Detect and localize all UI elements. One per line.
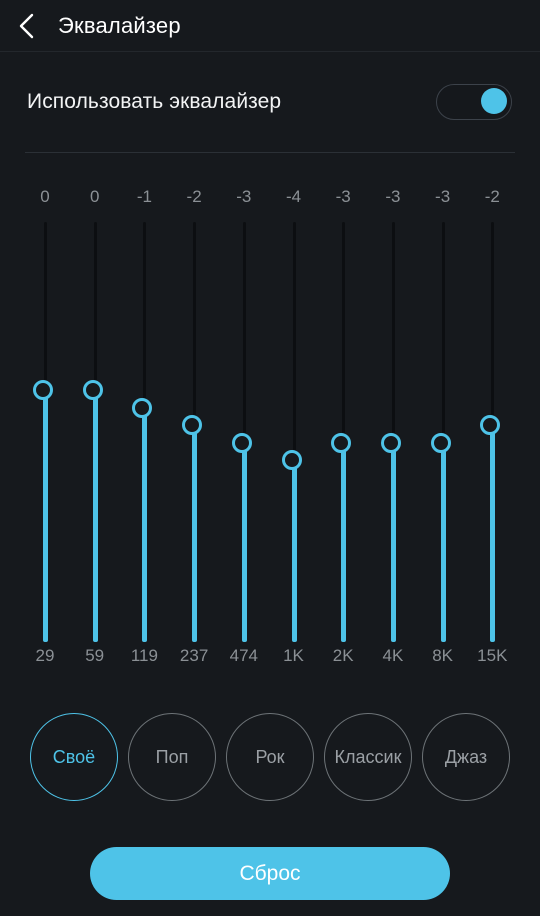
preset-label: Своё	[52, 746, 96, 767]
page-title: Эквалайзер	[58, 12, 181, 38]
enable-equalizer-toggle[interactable]	[436, 84, 512, 120]
eq-gain-label: -3	[335, 187, 351, 206]
eq-gain-label: -3	[435, 187, 451, 206]
eq-gain-label: 0	[89, 187, 100, 206]
eq-band: 0 29	[20, 187, 70, 687]
eq-band: -3 474	[219, 187, 269, 687]
eq-fill	[142, 407, 148, 642]
eq-thumb[interactable]	[430, 432, 451, 453]
eq-band: -2 237	[169, 187, 219, 687]
eq-thumb[interactable]	[380, 432, 401, 453]
preset-5[interactable]: Джаз	[422, 713, 510, 801]
equalizer-sliders: 0 29 0 59 -1 119 -2 237 -3 474 -4 1K -3 2K -3 4K -3 8K -2 1…	[0, 187, 540, 687]
eq-fill	[390, 442, 396, 642]
eq-band: -2 15K	[467, 187, 517, 687]
eq-fill	[43, 390, 48, 642]
eq-frequency-label: 1K	[283, 646, 304, 665]
preset-label: Рок	[255, 746, 285, 767]
eq-thumb[interactable]	[281, 450, 302, 470]
eq-band: -4 1K	[269, 187, 319, 687]
back-button[interactable]	[0, 0, 54, 52]
eq-frequency-label: 474	[229, 646, 258, 665]
eq-fill	[341, 442, 347, 642]
eq-gain-label: -2	[484, 187, 500, 206]
eq-frequency-label: 59	[85, 646, 105, 665]
reset-button[interactable]: Сброс	[90, 847, 450, 900]
preset-label: Джаз	[444, 746, 488, 767]
eq-band: -3 8K	[418, 187, 468, 687]
preset-label: Классик	[334, 746, 402, 767]
eq-frequency-label: 8K	[432, 646, 453, 665]
eq-gain-label: -2	[186, 187, 202, 206]
enable-equalizer-row[interactable]: Использовать эквалайзер	[0, 52, 540, 152]
eq-thumb[interactable]	[480, 415, 501, 435]
eq-fill	[241, 442, 247, 642]
eq-fill	[490, 425, 496, 642]
eq-band: 0 59	[70, 187, 120, 687]
eq-frequency-label: 2K	[332, 646, 354, 665]
toggle-knob	[481, 88, 507, 114]
eq-band: -1 119	[119, 187, 169, 687]
section-divider	[25, 152, 515, 153]
eq-band: -3 2K	[318, 187, 368, 687]
reset-button-container: Сброс	[0, 847, 540, 900]
eq-thumb[interactable]	[182, 415, 203, 435]
enable-equalizer-label: Использовать эквалайзер	[27, 90, 282, 113]
eq-thumb[interactable]	[33, 380, 53, 400]
eq-gain-label: -3	[236, 187, 252, 206]
eq-fill	[192, 425, 198, 642]
eq-gain-label: -1	[136, 187, 152, 206]
preset-3[interactable]: Рок	[226, 713, 314, 801]
eq-frequency-label: 119	[130, 646, 158, 665]
eq-thumb[interactable]	[231, 432, 252, 453]
preset-list: Своё Поп Рок Классик Джаз	[0, 713, 540, 801]
chevron-left-icon	[19, 13, 34, 38]
eq-thumb[interactable]	[82, 380, 103, 400]
eq-gain-label: 0	[40, 187, 50, 206]
eq-thumb[interactable]	[331, 432, 352, 453]
preset-2[interactable]: Поп	[128, 713, 216, 801]
eq-frequency-label: 29	[35, 646, 55, 665]
eq-fill	[92, 390, 98, 642]
preset-1[interactable]: Своё	[30, 713, 118, 801]
eq-thumb[interactable]	[132, 397, 153, 418]
preset-4[interactable]: Классик	[324, 713, 412, 801]
eq-gain-label: -3	[385, 187, 401, 206]
eq-band: -3 4K	[368, 187, 418, 687]
eq-frequency-label: 4K	[382, 646, 404, 665]
eq-gain-label: -4	[285, 187, 302, 206]
eq-fill	[291, 460, 297, 642]
app-header: Эквалайзер	[0, 0, 540, 52]
eq-frequency-label: 237	[179, 646, 209, 665]
eq-fill	[440, 442, 446, 642]
preset-label: Поп	[155, 746, 189, 767]
eq-frequency-label: 15K	[477, 646, 508, 665]
